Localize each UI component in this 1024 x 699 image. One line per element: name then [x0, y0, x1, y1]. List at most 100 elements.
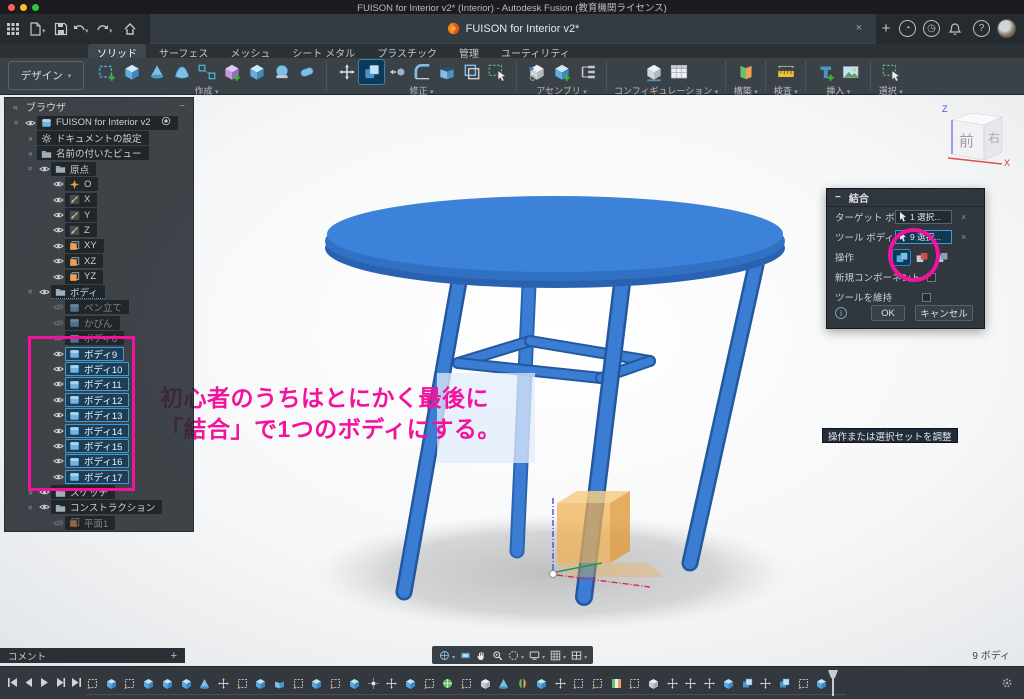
browser-row-ドキュメントの設定[interactable]: »ドキュメントの設定 [5, 130, 193, 145]
view-cube[interactable]: Z 前 右 X [930, 100, 1020, 172]
timeline-feature-move-icon[interactable] [759, 677, 772, 690]
timeline-feature-sketch-icon[interactable] [423, 677, 436, 690]
timeline-feature-sketch-icon[interactable] [460, 677, 473, 690]
browser-row-YZ[interactable]: YZ [5, 269, 193, 284]
select-icon[interactable] [878, 60, 903, 84]
shell-icon[interactable] [434, 60, 459, 84]
timeline-feature-gray-icon[interactable] [479, 677, 492, 690]
tree-node-O[interactable]: O [65, 177, 98, 191]
browser-row-名前の付いたビュー[interactable]: »名前の付いたビュー [5, 146, 193, 161]
tree-node-かびん[interactable]: かびん [65, 316, 120, 330]
timeline-feature-sketch-icon[interactable] [797, 677, 810, 690]
expand-open-icon[interactable]: » [26, 162, 35, 175]
timeline-feature-move-icon[interactable] [703, 677, 716, 690]
timeline-feature-cube-icon[interactable] [404, 677, 417, 690]
timeline-feature-sketch-icon[interactable] [292, 677, 305, 690]
asm-icon[interactable] [524, 60, 549, 84]
timeline-feature-form-icon[interactable] [441, 677, 454, 690]
keep-tools-checkbox[interactable] [922, 293, 931, 302]
expand-open-icon[interactable]: » [12, 116, 21, 129]
timeline-feature-point-icon[interactable] [367, 677, 380, 690]
visibility-eye-icon[interactable] [51, 196, 65, 204]
info-icon[interactable]: i [835, 307, 847, 319]
timeline-feature-sketch-icon[interactable] [591, 677, 604, 690]
caret-icon[interactable]: ▾ [563, 654, 566, 661]
notifications-bell-icon[interactable] [946, 20, 964, 38]
extrude-icon[interactable] [119, 60, 144, 84]
tree-node-ボディ[interactable]: ボディ [51, 285, 105, 299]
timeline-feature-appearance-icon[interactable] [610, 677, 623, 690]
tree-node-平面1[interactable]: 平面1 [65, 516, 115, 530]
timeline-feature-sketch-icon[interactable] [236, 677, 249, 690]
browser-collapse-icon[interactable]: « [13, 102, 18, 112]
timeline-feature-cube-icon[interactable] [722, 677, 735, 690]
ribbon-tab-プラスチック[interactable]: プラスチック [368, 44, 446, 58]
comment-add-button[interactable]: + [171, 650, 177, 662]
fit-icon[interactable] [505, 647, 521, 663]
orbit-icon[interactable] [436, 647, 452, 663]
timeline-feature-sketch-icon[interactable] [329, 677, 342, 690]
cone-icon[interactable] [144, 60, 169, 84]
home-icon[interactable] [121, 20, 139, 38]
visibility-eye-off-icon[interactable] [51, 303, 65, 311]
browser-row-原点[interactable]: »原点 [5, 161, 193, 176]
timeline-feature-cube-icon[interactable] [815, 677, 828, 690]
ribbon-tab-ソリッド[interactable]: ソリッド [88, 44, 146, 58]
timeline-feature-cube-icon[interactable] [161, 677, 174, 690]
image-icon[interactable] [838, 60, 863, 84]
timeline-feature-copy-icon[interactable] [778, 677, 791, 690]
caret-icon[interactable]: ▾ [542, 654, 545, 661]
timeline-feature-sketch-icon[interactable] [123, 677, 136, 690]
target-clear-icon[interactable]: × [961, 212, 966, 222]
tree-node-ドキュメントの設定[interactable]: ドキュメントの設定 [37, 131, 149, 145]
visibility-eye-icon[interactable] [37, 288, 51, 296]
user-avatar[interactable] [997, 19, 1016, 38]
timeline-feature-cube-icon[interactable] [180, 677, 193, 690]
display-icon[interactable] [526, 647, 542, 663]
timeline-feature-sketch-icon[interactable] [628, 677, 641, 690]
expand-closed-icon[interactable]: » [24, 149, 37, 158]
tree-node-コンストラクション[interactable]: コンストラクション [51, 500, 162, 514]
lookat-icon[interactable] [457, 647, 473, 663]
pan-icon[interactable] [473, 647, 489, 663]
timeline-feature-shell-icon[interactable] [273, 677, 286, 690]
visibility-eye-icon[interactable] [51, 257, 65, 265]
tree-node-XZ[interactable]: XZ [65, 254, 103, 268]
grid-icon[interactable] [547, 647, 563, 663]
ribbon-tab-シート メタル[interactable]: シート メタル [283, 44, 364, 58]
timeline-feature-sketch-icon[interactable] [86, 677, 99, 690]
job-status-icon[interactable]: ◷ [923, 20, 940, 37]
caret-icon[interactable]: ▾ [521, 654, 524, 661]
draft-icon[interactable] [459, 60, 484, 84]
ribbon-tab-サーフェス[interactable]: サーフェス [150, 44, 217, 58]
joints-icon[interactable] [574, 60, 599, 84]
timeline-feature-move-icon[interactable] [385, 677, 398, 690]
cylinder-icon[interactable] [294, 60, 319, 84]
target-body-selector[interactable]: 1 選択... [895, 210, 952, 224]
sketch-create-icon[interactable] [94, 60, 119, 84]
offset-icon[interactable] [384, 60, 409, 84]
timeline-feature-move-icon[interactable] [554, 677, 567, 690]
browser-row-XZ[interactable]: XZ [5, 254, 193, 269]
tree-node-ペン立て[interactable]: ペン立て [65, 300, 129, 314]
visibility-eye-icon[interactable] [51, 211, 65, 219]
browser-row-かびん[interactable]: かびん [5, 315, 193, 330]
browser-row-Z[interactable]: Z [5, 223, 193, 238]
file-menu-caret[interactable]: ▾ [42, 27, 46, 35]
tree-node-XY[interactable]: XY [65, 239, 104, 253]
browser-minimize-icon[interactable]: − [179, 101, 185, 112]
tree-node-Y[interactable]: Y [65, 208, 97, 222]
browser-row-O[interactable]: O [5, 177, 193, 192]
expand-closed-icon[interactable]: » [24, 134, 37, 143]
select-icon[interactable] [484, 60, 509, 84]
timeline-feature-move-icon[interactable] [666, 677, 679, 690]
visibility-eye-icon[interactable] [23, 119, 37, 127]
newcomp-icon[interactable] [549, 60, 574, 84]
viewports-icon[interactable] [568, 647, 584, 663]
move-icon[interactable] [334, 60, 359, 84]
expand-open-icon[interactable]: » [26, 285, 35, 298]
tree-node-FUISON for Interior v2[interactable]: FUISON for Interior v2 [37, 116, 178, 130]
timeline-feature-sketch-icon[interactable] [572, 677, 585, 690]
construct-icon[interactable] [733, 60, 758, 84]
browser-row-XY[interactable]: XY [5, 238, 193, 253]
